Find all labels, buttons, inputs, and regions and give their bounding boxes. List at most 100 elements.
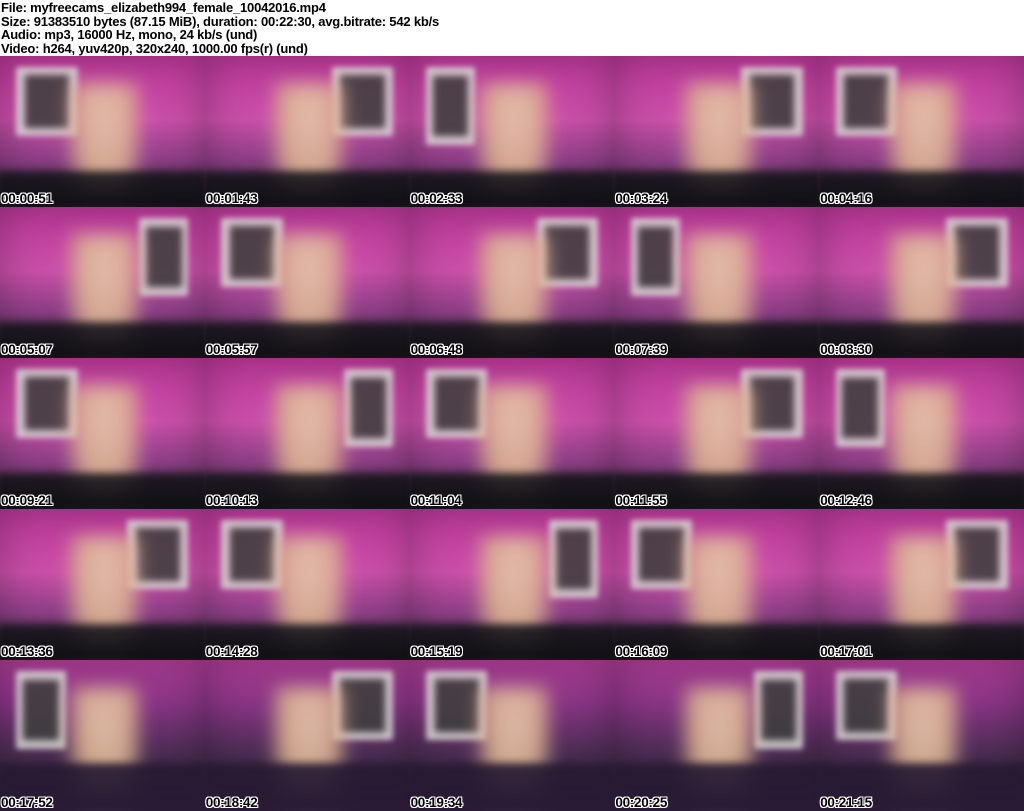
placeholder-subject	[684, 385, 754, 503]
placeholder-wall-art	[126, 519, 189, 590]
placeholder-wall-art	[548, 519, 599, 599]
placeholder-wall-art	[425, 670, 488, 741]
placeholder-subject	[69, 385, 140, 503]
placeholder-subject	[479, 83, 549, 201]
placeholder-subject	[274, 234, 345, 352]
placeholder-subject	[479, 687, 549, 805]
placeholder-wall-art	[753, 670, 803, 750]
video-thumbnail: 00:11:55	[614, 358, 820, 509]
video-thumbnail: 00:05:57	[204, 207, 410, 358]
video-thumbnail: 00:04:16	[819, 56, 1024, 207]
video-thumbnail: 00:18:42	[204, 660, 410, 811]
video-thumbnail: 00:07:39	[614, 207, 820, 358]
video-thumbnail: 00:05:07	[0, 207, 205, 358]
video-thumbnail: 00:14:28	[204, 509, 410, 660]
video-thumbnail: 00:21:15	[819, 660, 1024, 811]
placeholder-subject	[684, 83, 754, 201]
media-info-header: File: myfreecams_elizabeth994_female_100…	[0, 0, 1024, 56]
video-thumbnail: 00:17:01	[819, 509, 1024, 660]
placeholder-subject	[479, 385, 549, 503]
timestamp-overlay: 00:02:33	[410, 191, 463, 206]
timestamp-overlay: 00:05:07	[1, 342, 53, 357]
video-thumbnail: 00:09:21	[0, 358, 205, 509]
placeholder-wall-art	[221, 217, 283, 288]
timestamp-overlay: 00:14:28	[205, 644, 258, 659]
placeholder-subject	[69, 83, 140, 201]
timestamp-overlay: 00:07:39	[615, 342, 668, 357]
placeholder-subject	[274, 385, 345, 503]
timestamp-overlay: 00:15:19	[410, 644, 463, 659]
placeholder-wall-art	[630, 519, 693, 590]
timestamp-overlay: 00:08:30	[820, 342, 872, 357]
placeholder-wall-art	[630, 217, 680, 297]
placeholder-wall-art	[221, 519, 283, 590]
timestamp-overlay: 00:20:25	[615, 795, 668, 810]
placeholder-subject	[69, 234, 140, 352]
timestamp-overlay: 00:12:46	[820, 493, 872, 508]
file-name-line: File: myfreecams_elizabeth994_female_100…	[1, 0, 326, 15]
placeholder-subject	[888, 83, 959, 201]
placeholder-wall-art	[835, 66, 897, 137]
timestamp-overlay: 00:18:42	[205, 795, 258, 810]
timestamp-overlay: 00:01:43	[205, 191, 258, 206]
video-thumbnail: 00:15:19	[409, 509, 615, 660]
placeholder-subject	[684, 234, 754, 352]
video-thumbnail: 00:16:09	[614, 509, 820, 660]
video-thumbnail: 00:13:36	[0, 509, 205, 660]
placeholder-wall-art	[425, 368, 488, 439]
placeholder-subject	[888, 536, 959, 654]
timestamp-overlay: 00:13:36	[1, 644, 53, 659]
placeholder-subject	[684, 687, 754, 805]
placeholder-subject	[274, 83, 345, 201]
placeholder-wall-art	[16, 670, 66, 750]
placeholder-subject	[479, 234, 549, 352]
video-thumbnail: 00:01:43	[204, 56, 410, 207]
placeholder-wall-art	[741, 66, 803, 137]
placeholder-wall-art	[331, 670, 394, 741]
video-info-line: Video: h264, yuv420p, 320x240, 1000.00 f…	[1, 40, 308, 56]
placeholder-wall-art	[835, 368, 885, 448]
video-thumbnail: 00:00:51	[0, 56, 205, 207]
placeholder-wall-art	[536, 217, 599, 288]
video-thumbnail: 00:11:04	[409, 358, 615, 509]
video-thumbnail: 00:10:13	[204, 358, 410, 509]
placeholder-subject	[479, 536, 549, 654]
video-thumbnail: 00:02:33	[409, 56, 615, 207]
timestamp-overlay: 00:04:16	[820, 191, 872, 206]
video-thumbnail: 00:20:25	[614, 660, 820, 811]
placeholder-wall-art	[425, 66, 476, 146]
placeholder-wall-art	[344, 368, 394, 448]
timestamp-overlay: 00:10:13	[205, 493, 258, 508]
placeholder-wall-art	[331, 66, 394, 137]
placeholder-wall-art	[946, 519, 1008, 590]
placeholder-wall-art	[16, 66, 78, 137]
placeholder-subject	[274, 687, 345, 805]
placeholder-subject	[69, 687, 140, 805]
thumbnail-grid: 00:00:51 00:01:43 00:02:33 00:03:24 00:04:16…	[0, 56, 1024, 811]
timestamp-overlay: 00:06:48	[410, 342, 463, 357]
placeholder-subject	[888, 234, 959, 352]
placeholder-subject	[888, 385, 959, 503]
placeholder-wall-art	[16, 368, 78, 439]
video-thumbnail: 00:17:52	[0, 660, 205, 811]
timestamp-overlay: 00:11:04	[410, 493, 462, 508]
timestamp-overlay: 00:17:01	[820, 644, 872, 659]
placeholder-wall-art	[835, 670, 897, 741]
timestamp-overlay: 00:09:21	[1, 493, 53, 508]
timestamp-overlay: 00:16:09	[615, 644, 668, 659]
placeholder-subject	[274, 536, 345, 654]
placeholder-wall-art	[139, 217, 189, 297]
timestamp-overlay: 00:05:57	[205, 342, 258, 357]
timestamp-overlay: 00:21:15	[820, 795, 872, 810]
placeholder-subject	[888, 687, 959, 805]
audio-info-line: Audio: mp3, 16000 Hz, mono, 24 kb/s (und…	[1, 27, 258, 42]
placeholder-subject	[684, 536, 754, 654]
timestamp-overlay: 00:19:34	[410, 795, 463, 810]
placeholder-wall-art	[946, 217, 1008, 288]
placeholder-subject	[69, 536, 140, 654]
timestamp-overlay: 00:17:52	[1, 795, 53, 810]
video-thumbnail: 00:08:30	[819, 207, 1024, 358]
timestamp-overlay: 00:00:51	[1, 191, 53, 206]
video-thumbnail: 00:19:34	[409, 660, 615, 811]
timestamp-overlay: 00:03:24	[615, 191, 668, 206]
